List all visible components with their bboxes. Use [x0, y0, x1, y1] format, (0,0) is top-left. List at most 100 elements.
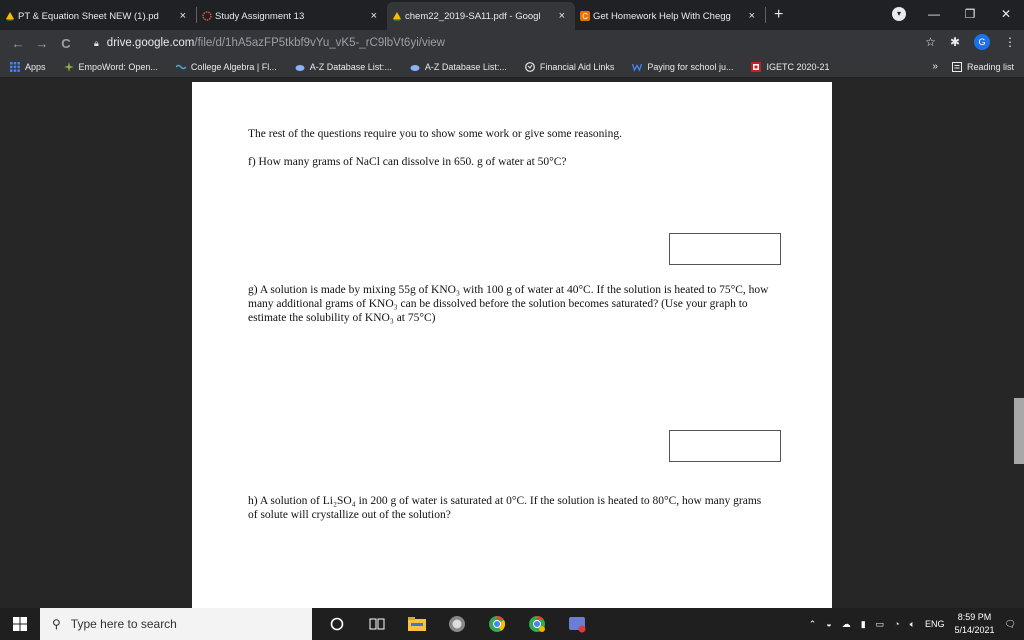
- scrollbar-thumb[interactable]: [1014, 398, 1024, 464]
- chevron-up-icon[interactable]: ⌃: [809, 619, 817, 630]
- language-indicator[interactable]: ENG: [925, 619, 945, 629]
- tab-chegg[interactable]: C Get Homework Help With Chegg ×: [575, 2, 765, 30]
- svg-text:C: C: [582, 12, 588, 21]
- forward-button[interactable]: →: [30, 36, 54, 51]
- clock-date: 5/14/2021: [954, 625, 995, 635]
- bookmark-igetc[interactable]: IGETC 2020-21: [751, 61, 830, 72]
- tab-close-icon[interactable]: ×: [180, 10, 186, 22]
- tab-separator: [765, 7, 766, 23]
- reload-button[interactable]: C: [54, 36, 78, 51]
- toolbar-actions: ☆ ✱ G ⋮: [925, 34, 1016, 50]
- answer-box-g: [669, 430, 781, 462]
- reading-list-icon: [951, 61, 962, 72]
- back-button[interactable]: ←: [6, 36, 30, 51]
- restore-button[interactable]: ❐: [952, 7, 988, 21]
- start-button[interactable]: [0, 608, 40, 640]
- bookmark-label: A-Z Database List:...: [309, 61, 392, 72]
- bookmark-college-algebra[interactable]: College Algebra | Fl...: [175, 61, 277, 72]
- bookmark-az-database-2[interactable]: A-Z Database List:...: [410, 62, 507, 72]
- tab-close-icon[interactable]: ×: [559, 10, 565, 22]
- browser-toolbar: ← → C 🔒︎ drive.google.com /file/d/1hA5az…: [0, 30, 1024, 56]
- bookmark-label: IGETC 2020-21: [766, 61, 830, 72]
- tab-close-icon[interactable]: ×: [749, 10, 755, 22]
- tab-study-assignment[interactable]: Study Assignment 13 ×: [197, 2, 387, 30]
- tab-search-icon[interactable]: ▾: [892, 7, 906, 21]
- google-drive-icon: [393, 12, 401, 21]
- system-tray: ⌃ ◒ ☁ ▮ ▭ ◔ 🔈︎ ENG 8:59 PM 5/14/2021 🗨︎: [809, 608, 1016, 640]
- tab-pt-equation-sheet[interactable]: PT & Equation Sheet NEW (1).pd ×: [0, 2, 196, 30]
- w-icon: [632, 63, 643, 72]
- instructions-text: The rest of the questions require you to…: [248, 128, 622, 140]
- bookmark-label: A-Z Database List:...: [424, 61, 507, 72]
- bookmark-star-icon[interactable]: ☆: [925, 35, 936, 49]
- apps-grid-icon: [10, 61, 20, 72]
- question-h: h) A solution of Li₂SO₄ in 200 g of wate…: [248, 495, 762, 521]
- tab-chem22-pdf[interactable]: chem22_2019-SA11.pdf - Googl ×: [387, 2, 575, 30]
- bookmark-label: Apps: [25, 61, 46, 72]
- bookmark-apps[interactable]: Apps: [10, 61, 46, 72]
- minimize-button[interactable]: —: [916, 7, 952, 21]
- cloud-icon: [295, 64, 305, 71]
- search-icon: ⚲: [52, 617, 61, 631]
- window-controls: — ❐ ✕: [916, 0, 1024, 28]
- usb-icon[interactable]: ▮: [861, 619, 866, 630]
- file-explorer-icon[interactable]: [406, 613, 428, 635]
- volume-icon[interactable]: 🔈︎: [910, 619, 915, 630]
- windows-icon: [13, 617, 27, 631]
- new-tab-button[interactable]: +: [774, 6, 783, 24]
- clock-time: 8:59 PM: [957, 612, 992, 622]
- bookmarks-right: » Reading list: [932, 61, 1014, 72]
- question-f: f) How many grams of NaCl can dissolve i…: [248, 156, 567, 168]
- question-g: g) A solution is made by mixing 55g of K…: [248, 284, 769, 324]
- bookmark-label: EmpoWord: Open...: [78, 61, 158, 72]
- chegg-icon: C: [580, 11, 590, 21]
- tab-label: PT & Equation Sheet NEW (1).pd: [18, 10, 159, 22]
- profile-avatar[interactable]: G: [974, 34, 990, 50]
- address-bar[interactable]: 🔒︎ drive.google.com /file/d/1hA5azFP5tkb…: [86, 32, 946, 54]
- notifications-icon[interactable]: 🗨︎: [1005, 619, 1016, 630]
- browser-menu-icon[interactable]: ⋮: [1004, 35, 1016, 49]
- network-icon[interactable]: ◒: [826, 619, 831, 629]
- google-drive-icon: [6, 12, 14, 21]
- bookmark-financial-aid[interactable]: Financial Aid Links: [524, 61, 615, 72]
- chrome-profile-icon[interactable]: [526, 613, 548, 635]
- flower-icon: [202, 11, 212, 21]
- task-view-icon[interactable]: [366, 613, 388, 635]
- bookmark-empoword[interactable]: EmpoWord: Open...: [63, 61, 158, 72]
- more-bookmarks-button[interactable]: »: [932, 61, 938, 72]
- answer-box-f: [669, 233, 781, 265]
- windows-taskbar: ⚲ Type here to search ⌃ ◒ ☁ ▮ ▭ ◔ 🔈︎ ENG…: [0, 608, 1024, 640]
- onedrive-icon[interactable]: ☁: [842, 619, 851, 630]
- extension-icon[interactable]: ✱: [950, 35, 960, 49]
- battery-icon[interactable]: ▭: [876, 619, 885, 630]
- reading-list-label: Reading list: [966, 61, 1014, 72]
- bookmark-paying-for-school[interactable]: Paying for school ju...: [632, 62, 733, 72]
- edge-icon[interactable]: [446, 613, 468, 635]
- wifi-icon[interactable]: ◔: [894, 619, 899, 629]
- taskbar-apps: [326, 613, 588, 635]
- reading-list-button[interactable]: Reading list: [951, 61, 1014, 72]
- bookmark-label: Financial Aid Links: [539, 61, 615, 72]
- wave-icon: [175, 64, 186, 69]
- bookmark-label: College Algebra | Fl...: [190, 61, 277, 72]
- tab-label: Get Homework Help With Chegg: [593, 10, 731, 22]
- cortana-icon[interactable]: [326, 613, 348, 635]
- search-placeholder: Type here to search: [70, 617, 177, 631]
- url-path: /file/d/1hA5azFP5tkbf9vYu_vK5-_rC9lbVt6y…: [194, 37, 445, 49]
- url-host: drive.google.com: [106, 37, 195, 49]
- bookmark-az-database-1[interactable]: A-Z Database List:...: [295, 62, 392, 72]
- tab-strip: PT & Equation Sheet NEW (1).pd × Study A…: [0, 0, 1024, 30]
- tab-label: Study Assignment 13: [215, 10, 305, 22]
- bookmark-label: Paying for school ju...: [647, 61, 734, 72]
- bookmarks-bar: Apps EmpoWord: Open... College Algebra |…: [0, 56, 1024, 78]
- pdf-viewer[interactable]: The rest of the questions require you to…: [0, 78, 1024, 608]
- tab-label: chem22_2019-SA11.pdf - Googl: [405, 10, 541, 22]
- snip-icon[interactable]: [566, 613, 588, 635]
- close-window-button[interactable]: ✕: [988, 7, 1024, 21]
- clock[interactable]: 8:59 PM 5/14/2021: [955, 611, 995, 637]
- lock-icon: 🔒︎: [94, 37, 99, 48]
- taskbar-search-box[interactable]: ⚲ Type here to search: [40, 608, 312, 640]
- chrome-icon[interactable]: [486, 613, 508, 635]
- pdf-page: The rest of the questions require you to…: [192, 82, 832, 608]
- tab-close-icon[interactable]: ×: [371, 10, 377, 22]
